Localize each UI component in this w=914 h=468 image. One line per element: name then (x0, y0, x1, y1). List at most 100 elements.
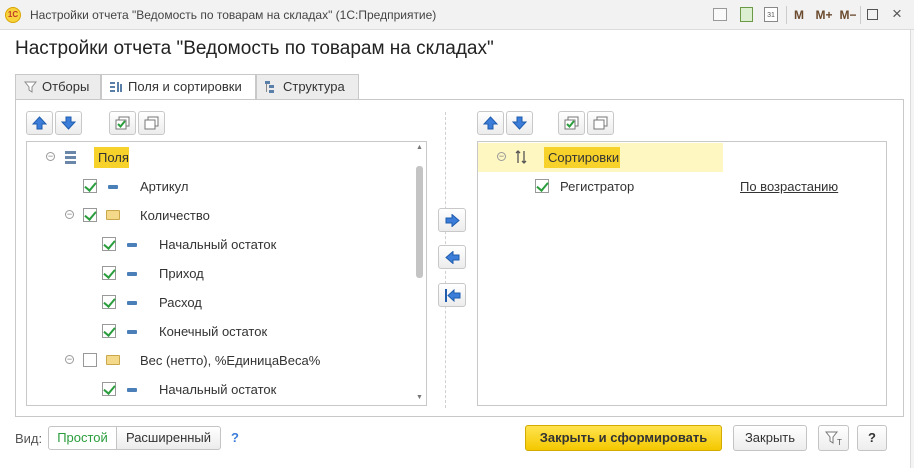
folder-icon (106, 355, 120, 365)
titlebar-separator (786, 6, 787, 24)
sort-root-row[interactable]: − Сортировки (478, 143, 723, 172)
collapse-toggle-icon[interactable]: − (46, 152, 55, 161)
calendar-icon[interactable]: 31 (764, 7, 778, 22)
tab-structure[interactable]: Структура (256, 74, 359, 100)
field-row[interactable]: Приход (27, 259, 426, 288)
field-label: Конечный остаток (159, 324, 268, 339)
sort-row[interactable]: Регистратор По возрастанию (478, 172, 886, 201)
field-label: Вес (нетто), %ЕдиницаВеса% (140, 353, 321, 368)
window-titlebar: 1С Настройки отчета "Ведомость по товара… (0, 0, 914, 30)
remove-from-sorting-button[interactable] (438, 245, 466, 269)
field-label: Начальный остаток (159, 382, 277, 397)
tab-filters-label: Отборы (42, 79, 90, 94)
scroll-up-icon[interactable]: ▲ (415, 144, 424, 152)
field-icon (127, 272, 137, 276)
view-simple-button[interactable]: Простой (48, 426, 117, 450)
uncheck-all-icon (144, 116, 159, 130)
add-to-sorting-button[interactable] (438, 208, 466, 232)
check-all-button[interactable] (109, 111, 136, 135)
sort-uncheck-all-button[interactable] (587, 111, 614, 135)
field-icon (127, 301, 137, 305)
filter-icon (24, 81, 37, 93)
field-checkbox[interactable] (102, 295, 116, 309)
tab-fields-sorting-label: Поля и сортировки (128, 79, 242, 94)
sort-check-all-button[interactable] (558, 111, 585, 135)
view-label: Вид: (15, 431, 43, 446)
close-button[interactable]: Закрыть (733, 425, 807, 451)
uncheck-all-button[interactable] (138, 111, 165, 135)
arrow-up-icon (32, 116, 47, 130)
field-checkbox[interactable] (83, 353, 97, 367)
tab-structure-label: Структура (283, 79, 345, 94)
field-icon (127, 330, 137, 334)
field-icon (127, 243, 137, 247)
view-help-link[interactable]: ? (231, 430, 239, 445)
app-logo-icon: 1С (5, 7, 21, 23)
fields-scrollbar[interactable]: ▲ ▼ (415, 144, 424, 402)
close-and-generate-button[interactable]: Закрыть и сформировать (525, 425, 722, 451)
field-label: Количество (140, 208, 210, 223)
sort-order-icon (515, 150, 527, 164)
check-all-icon (564, 116, 579, 130)
field-group-row[interactable]: − Количество (27, 201, 426, 230)
maximize-icon[interactable] (867, 9, 878, 20)
field-row[interactable]: Начальный остаток (27, 230, 426, 259)
field-label: Приход (159, 266, 204, 281)
page-title: Настройки отчета "Ведомость по товарам н… (15, 38, 494, 59)
svg-text:T: T (837, 438, 842, 446)
field-checkbox[interactable] (83, 179, 97, 193)
window-title: Настройки отчета "Ведомость по товарам н… (30, 8, 437, 22)
calculator-icon[interactable] (740, 7, 753, 22)
field-checkbox[interactable] (102, 324, 116, 338)
memory-plus-button[interactable]: M+ (813, 6, 835, 24)
memory-minus-button[interactable]: M− (838, 6, 858, 24)
scroll-thumb[interactable] (416, 166, 423, 278)
remove-all-sorting-button[interactable] (438, 283, 466, 307)
fields-sorting-panel: − Поля Артикул − Количество Начальный ос… (15, 99, 904, 417)
fields-tree[interactable]: − Поля Артикул − Количество Начальный ос… (26, 141, 427, 406)
folder-icon (106, 210, 120, 220)
help-button[interactable]: ? (857, 425, 887, 451)
tab-fields-sorting[interactable]: Поля и сортировки (101, 74, 256, 101)
tree-root-label: Поля (98, 150, 129, 165)
field-checkbox[interactable] (102, 382, 116, 396)
field-icon (127, 388, 137, 392)
field-row[interactable]: Конечный остаток (27, 317, 426, 346)
sort-move-up-button[interactable] (477, 111, 504, 135)
structure-icon (265, 81, 274, 93)
collapse-toggle-icon[interactable]: − (497, 152, 506, 161)
arrow-right-icon (445, 214, 460, 227)
collapse-toggle-icon[interactable]: − (65, 355, 74, 364)
memory-button[interactable]: M (792, 6, 806, 24)
sort-field-label: Регистратор (560, 179, 635, 194)
tree-root-row[interactable]: − Поля (27, 143, 426, 172)
arrow-down-icon (61, 116, 76, 130)
field-icon (108, 185, 118, 189)
field-label: Расход (159, 295, 202, 310)
arrow-left-icon (445, 251, 460, 264)
window-edge (910, 30, 914, 468)
field-row[interactable]: Начальный остаток (27, 375, 426, 404)
field-row[interactable]: Артикул (27, 172, 426, 201)
sort-move-down-button[interactable] (506, 111, 533, 135)
collapse-toggle-icon[interactable]: − (65, 210, 74, 219)
view-extended-button[interactable]: Расширенный (116, 426, 221, 450)
field-row[interactable]: Расход (27, 288, 426, 317)
field-checkbox[interactable] (102, 237, 116, 251)
arrow-left-all-icon (445, 289, 461, 302)
filter-settings-button[interactable]: T (818, 425, 849, 451)
sort-direction-link[interactable]: По возрастанию (740, 179, 838, 194)
scroll-down-icon[interactable]: ▼ (415, 394, 424, 402)
close-icon[interactable]: × (889, 5, 905, 23)
field-group-row[interactable]: − Вес (нетто), %ЕдиницаВеса% (27, 346, 426, 375)
move-up-button[interactable] (26, 111, 53, 135)
field-checkbox[interactable] (102, 266, 116, 280)
fields-list-icon (65, 151, 76, 164)
tab-filters[interactable]: Отборы (15, 74, 101, 100)
sort-checkbox[interactable] (535, 179, 549, 193)
print-icon[interactable] (713, 8, 727, 21)
titlebar-separator (860, 6, 861, 24)
sorting-tree[interactable]: − Сортировки Регистратор По возрастанию (477, 141, 887, 406)
field-checkbox[interactable] (83, 208, 97, 222)
move-down-button[interactable] (55, 111, 82, 135)
